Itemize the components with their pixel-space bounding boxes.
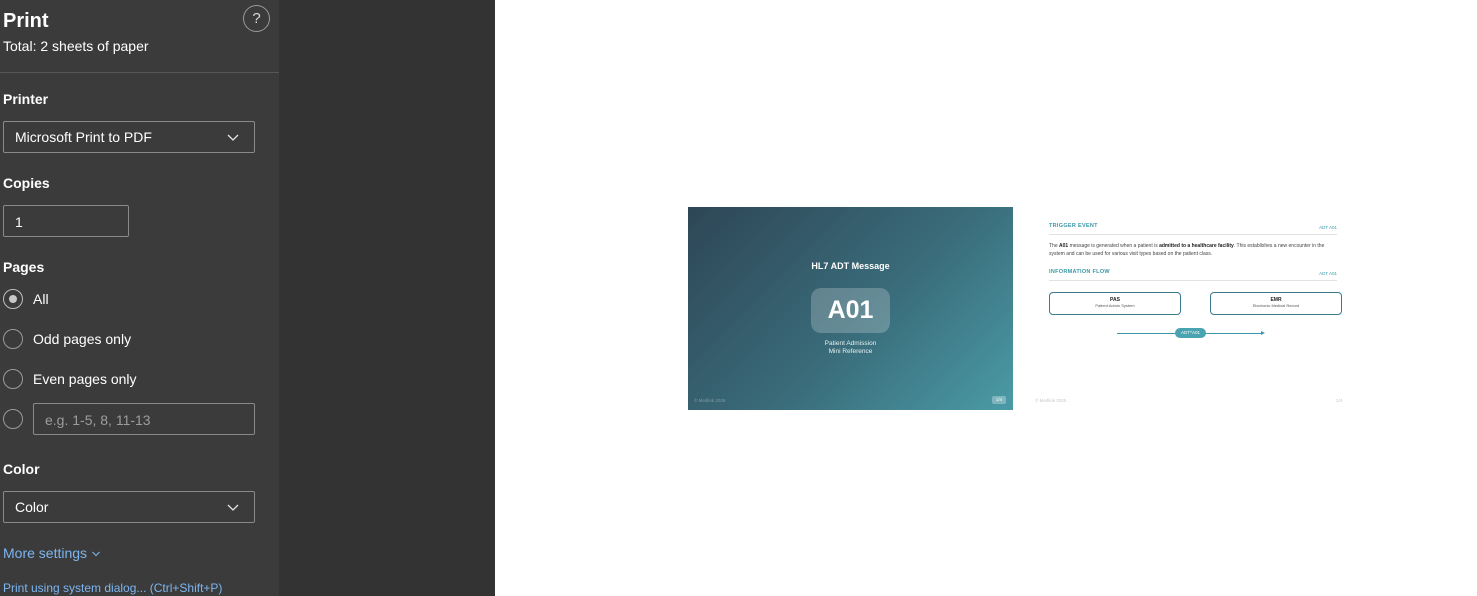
help-button[interactable]: ? (243, 5, 270, 32)
slide-subtitle-line2: Mini Reference (828, 348, 873, 355)
slide-title: HL7 ADT Message (811, 261, 890, 271)
radio-unchecked-icon (3, 329, 23, 349)
color-selected-value: Color (15, 499, 49, 515)
printer-select[interactable]: Microsoft Print to PDF (3, 121, 255, 153)
copies-input[interactable]: 1 (3, 205, 129, 237)
radio-unchecked-icon (3, 369, 23, 389)
flow-arrowhead-icon (1261, 331, 1265, 335)
panel-separator (279, 0, 495, 596)
printer-selected-value: Microsoft Print to PDF (15, 129, 152, 145)
color-label: Color (3, 461, 40, 477)
slide-page-number: 1/4 (992, 396, 1006, 404)
section-title-flow: INFORMATION FLOW (1049, 269, 1110, 275)
page-footer-copyright: © Medlink 2025 (1035, 398, 1067, 403)
pages-option-label: All (33, 291, 49, 307)
chevron-down-icon (92, 551, 100, 557)
slide-subtitle-line1: Patient Admission (824, 340, 877, 347)
radio-unchecked-icon (3, 409, 23, 429)
sheet-count: Total: 2 sheets of paper (3, 38, 149, 54)
section-rule (1049, 280, 1337, 281)
section-tag: ADT A01 (1319, 271, 1337, 276)
section-tag: ADT A01 (1319, 225, 1337, 230)
pages-label: Pages (3, 259, 45, 275)
print-settings-panel: Print Total: 2 sheets of paper ? Printer… (0, 0, 279, 596)
section-rule (1049, 234, 1337, 235)
color-select[interactable]: Color (3, 491, 255, 523)
printer-label: Printer (3, 91, 49, 107)
radio-checked-icon (3, 289, 23, 309)
slide-badge: A01 (811, 288, 890, 333)
flow-box-subtitle: Patient Admin System (1095, 303, 1135, 308)
more-settings-label: More settings (3, 545, 88, 561)
slide-footer-copyright: © Medlink 2025 (694, 398, 726, 403)
copies-label: Copies (3, 175, 50, 191)
more-settings-link[interactable]: More settings (3, 545, 101, 561)
print-title: Print (3, 10, 49, 32)
preview-page-2: TRIGGER EVENT ADT A01 The A01 message is… (1026, 207, 1351, 410)
flow-message-pill: ADT^A01 (1175, 328, 1206, 338)
chevron-down-icon (227, 504, 239, 511)
flow-box-emr: EMR Electronic Medical Record (1210, 292, 1342, 315)
page-number: 2/4 (1336, 398, 1343, 403)
section-title-trigger: TRIGGER EVENT (1049, 223, 1098, 229)
custom-pages-input[interactable]: e.g. 1-5, 8, 11-13 (33, 403, 255, 435)
print-preview-area[interactable]: HL7 ADT Message A01 Patient Admission Mi… (495, 0, 1477, 596)
system-dialog-link[interactable]: Print using system dialog... (Ctrl+Shift… (3, 581, 222, 595)
pages-option-label: Odd pages only (33, 331, 132, 347)
header-divider (0, 72, 279, 73)
custom-pages-placeholder: e.g. 1-5, 8, 11-13 (45, 412, 151, 428)
flow-box-pas: PAS Patient Admin System (1049, 292, 1181, 315)
copies-value: 1 (15, 214, 23, 230)
flow-box-subtitle: Electronic Medical Record (1252, 303, 1300, 308)
trigger-description: The A01 message is generated when a pati… (1049, 243, 1325, 257)
pages-option-label: Even pages only (33, 371, 137, 387)
preview-page-1: HL7 ADT Message A01 Patient Admission Mi… (688, 207, 1013, 410)
chevron-down-icon (227, 134, 239, 141)
